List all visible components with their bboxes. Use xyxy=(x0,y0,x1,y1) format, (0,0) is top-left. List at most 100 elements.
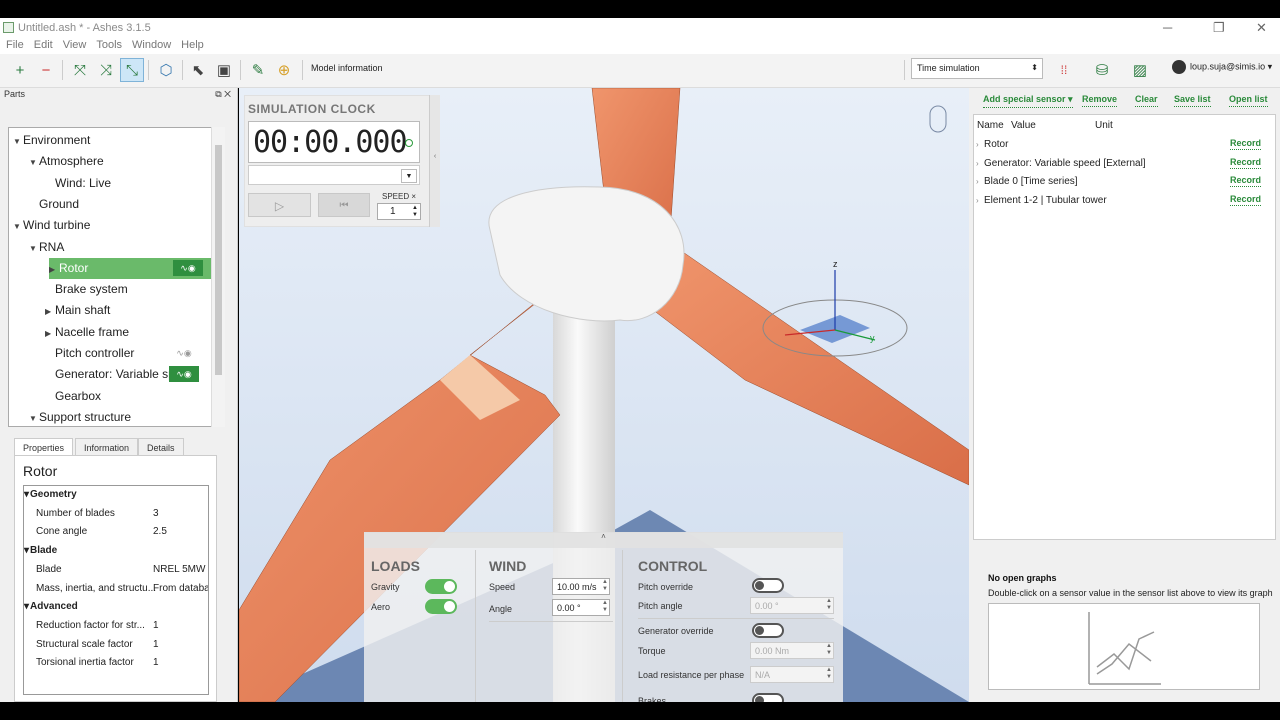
chevron-right-icon[interactable]: › xyxy=(976,140,984,149)
sensor-row[interactable]: › Generator: Variable speed [External] xyxy=(976,158,1146,169)
sensor-icon[interactable]: ∿◉ xyxy=(173,259,203,276)
property-row[interactable]: Structural scale factor 1 xyxy=(24,636,208,654)
tree-item[interactable]: ▶ Nacelle frame xyxy=(45,322,129,343)
menu-edit[interactable]: Edit xyxy=(34,39,53,51)
tree-item[interactable]: ▼ Atmosphere xyxy=(29,151,104,172)
column-value[interactable]: Value xyxy=(1011,120,1036,131)
chevron-down-icon[interactable]: ▼ xyxy=(29,152,39,173)
tree-item[interactable]: Generator: Variable spe ∿◉ xyxy=(45,364,199,385)
menu-tools[interactable]: Tools xyxy=(96,39,122,51)
add-special-sensor-button[interactable]: Add special sensor ▾ xyxy=(983,94,1073,108)
chevron-down-icon[interactable]: ▼ xyxy=(13,131,23,152)
tree-item[interactable]: Gearbox xyxy=(45,386,101,407)
menu-help[interactable]: Help xyxy=(181,39,204,51)
chevron-right-icon[interactable]: › xyxy=(976,196,984,205)
record-button[interactable]: Record xyxy=(1230,157,1262,169)
property-group[interactable]: ▾ Blade xyxy=(24,542,208,560)
menu-file[interactable]: File xyxy=(6,39,24,51)
sensor-icon[interactable]: ∿◉ xyxy=(169,366,199,383)
add-part-icon[interactable]: + xyxy=(8,58,32,82)
property-group[interactable]: ▾ Geometry xyxy=(24,486,208,504)
maximize-icon[interactable]: ❐ xyxy=(1213,20,1225,36)
property-row[interactable]: Torsional inertia factor 1 xyxy=(24,654,208,672)
chevron-right-icon[interactable]: › xyxy=(976,159,984,168)
panel-controls[interactable]: ⧉ ✕ xyxy=(215,89,231,100)
node-tool-icon[interactable]: ⊕ xyxy=(272,58,296,82)
simulation-mode-select[interactable]: Time simulation ⬍ xyxy=(911,58,1043,79)
minimize-icon[interactable]: ─ xyxy=(1163,20,1172,35)
property-group[interactable]: ▾ Advanced xyxy=(24,598,208,616)
pitch-angle-input[interactable]: 0.00 ° ▲ ▼ xyxy=(750,597,834,614)
sensor-row[interactable]: › Rotor xyxy=(976,139,1008,150)
sensor-row[interactable]: › Element 1-2 | Tubular tower xyxy=(976,195,1107,206)
export-icon[interactable]: ▨ xyxy=(1128,58,1152,82)
chevron-down-icon[interactable]: ▾ xyxy=(24,542,29,560)
tree-item[interactable]: ▶ Main shaft xyxy=(45,300,110,321)
chevron-right-icon[interactable]: ▶ xyxy=(45,301,55,322)
model-information-button[interactable]: Model information xyxy=(311,63,383,73)
menu-view[interactable]: View xyxy=(63,39,87,51)
pitch-override-toggle[interactable] xyxy=(752,578,784,593)
grid-icon[interactable]: ⁞⁞ xyxy=(1052,58,1076,82)
speed-input[interactable]: 1 ▲ ▼ xyxy=(377,203,421,220)
chevron-down-icon[interactable]: ▼ xyxy=(29,238,39,259)
property-value[interactable]: 1 xyxy=(153,636,159,654)
load-resistance-input[interactable]: N/A ▲ ▼ xyxy=(750,666,834,683)
clock-collapse-handle[interactable]: ‹ xyxy=(429,95,440,227)
property-value[interactable]: 3 xyxy=(153,505,159,523)
property-row[interactable]: Number of blades 3 xyxy=(24,505,208,523)
tree-item[interactable]: ▼ Wind turbine xyxy=(13,215,90,236)
chevron-down-icon[interactable]: ▾ xyxy=(24,598,29,616)
control-panel-collapse[interactable]: ˄ xyxy=(364,532,843,548)
spin-arrows-icon[interactable]: ▲ ▼ xyxy=(826,643,832,657)
gravity-toggle[interactable] xyxy=(425,579,457,594)
tree-item[interactable]: ▼ RNA xyxy=(29,237,64,258)
remove-node-icon[interactable]: ⤨ xyxy=(94,58,118,82)
pointer-icon[interactable]: ⬉ xyxy=(186,58,210,82)
record-button[interactable]: Record xyxy=(1230,138,1262,150)
chevron-down-icon[interactable]: ▼ xyxy=(13,216,23,237)
property-row[interactable]: Reduction factor for str... 1 xyxy=(24,617,208,635)
column-name[interactable]: Name xyxy=(977,120,1004,131)
play-button[interactable]: ▷ xyxy=(248,193,311,217)
record-button[interactable]: Record xyxy=(1230,175,1262,188)
close-icon[interactable]: × xyxy=(411,192,416,201)
spin-arrows-icon[interactable]: ▲ ▼ xyxy=(412,205,418,219)
chevron-right-icon[interactable]: ▶ xyxy=(45,323,55,344)
sensor-row[interactable]: › Blade 0 [Time series] xyxy=(976,176,1078,187)
torque-input[interactable]: 0.00 Nm ▲ ▼ xyxy=(750,642,834,659)
database-icon[interactable]: ⛁ xyxy=(1090,58,1114,82)
spin-arrows-icon[interactable]: ▲ ▼ xyxy=(826,667,832,681)
rewind-button[interactable]: ⏮ xyxy=(318,193,370,217)
wind-angle-input[interactable]: 0.00 ° ▲ ▼ xyxy=(552,599,610,616)
scrollbar-thumb[interactable] xyxy=(215,145,222,375)
connect-icon[interactable]: ⤡ xyxy=(120,58,144,82)
tree-item[interactable]: ▶ Rotor ∿◉ xyxy=(49,257,211,280)
tab-details[interactable]: Details xyxy=(138,438,184,456)
save-list-button[interactable]: Save list xyxy=(1174,94,1211,107)
tree-item[interactable]: Brake system xyxy=(45,279,128,300)
property-value[interactable]: From databa xyxy=(153,580,208,598)
property-row[interactable]: Mass, inertia, and structu... From databa xyxy=(24,580,208,598)
spin-arrows-icon[interactable]: ▲ ▼ xyxy=(602,579,608,593)
close-icon[interactable]: ✕ xyxy=(1256,20,1267,36)
clear-button[interactable]: Clear xyxy=(1135,94,1158,107)
property-row[interactable]: Cone angle 2.5 xyxy=(24,523,208,541)
spin-arrows-icon[interactable]: ▲ ▼ xyxy=(602,600,608,614)
menu-window[interactable]: Window xyxy=(132,39,171,51)
tree-item[interactable]: ▼ Environment xyxy=(13,130,90,151)
sensor-icon[interactable]: ∿◉ xyxy=(169,345,199,361)
property-row[interactable]: Blade NREL 5MW B xyxy=(24,561,208,579)
record-button[interactable]: Record xyxy=(1230,194,1262,207)
chevron-right-icon[interactable]: › xyxy=(976,177,984,186)
tree-scrollbar[interactable] xyxy=(211,127,225,427)
property-value[interactable]: 1 xyxy=(153,654,159,672)
property-value[interactable]: 1 xyxy=(153,617,159,635)
cube-icon[interactable]: ⬡ xyxy=(154,58,178,82)
wind-speed-input[interactable]: 10.00 m/s ▲ ▼ xyxy=(552,578,610,595)
tab-properties[interactable]: Properties xyxy=(14,438,74,456)
column-unit[interactable]: Unit xyxy=(1095,120,1113,131)
tree-item[interactable]: Ground xyxy=(29,194,79,215)
chevron-right-icon[interactable]: ▶ xyxy=(49,259,59,280)
wrench-icon[interactable]: ✎ xyxy=(246,58,270,82)
